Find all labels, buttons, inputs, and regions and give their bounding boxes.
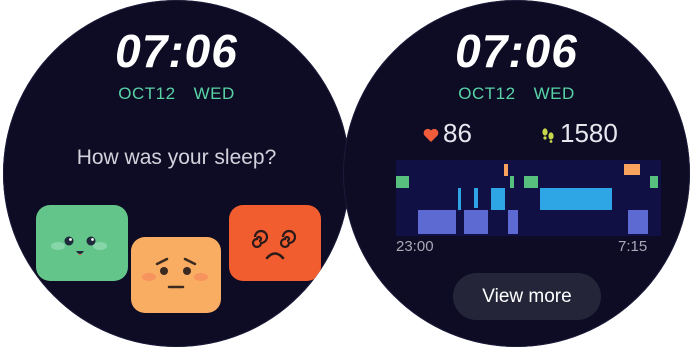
heart-rate-value: 86 xyxy=(443,118,472,148)
heart-icon xyxy=(423,128,439,142)
clock-time: 07:06 xyxy=(115,25,238,77)
mood-good-button[interactable] xyxy=(36,205,128,281)
mood-bad-button[interactable] xyxy=(229,205,321,281)
weekday-label: WED xyxy=(533,84,575,103)
stage-awake-segment xyxy=(624,164,640,175)
date-display: OCT12 WED xyxy=(343,84,690,104)
stage-light-segment xyxy=(540,188,612,210)
steps-stat: 1580 xyxy=(540,118,618,149)
mood-okay-button[interactable] xyxy=(131,237,221,313)
stage-light-segment xyxy=(474,188,478,208)
dizzy-face-icon xyxy=(251,229,297,260)
stage-rem-segment xyxy=(396,176,409,188)
watch-face-sleep-summary: 07:06 OCT12 WED 86 1580 23:00 7:15 View … xyxy=(343,0,690,347)
sleep-stages-chart xyxy=(396,160,661,236)
steps-value: 1580 xyxy=(560,118,618,148)
view-more-button[interactable]: View more xyxy=(453,273,601,320)
stage-deep-segment xyxy=(628,210,648,234)
sleep-start-time: 23:00 xyxy=(396,238,434,255)
stage-rem-segment xyxy=(650,176,658,188)
stage-rem-segment xyxy=(510,176,514,188)
sleep-end-time: 7:15 xyxy=(618,238,648,255)
stage-deep-segment xyxy=(464,210,488,234)
stage-awake-segment xyxy=(504,164,508,176)
heart-rate-stat: 86 xyxy=(423,118,472,149)
stage-light-segment xyxy=(458,188,461,210)
clock-time: 07:06 xyxy=(455,25,578,77)
date-label: OCT12 xyxy=(118,84,176,103)
happy-face-icon xyxy=(51,236,107,255)
weekday-label: WED xyxy=(193,84,235,103)
sleep-question: How was your sleep? xyxy=(76,146,277,169)
stage-deep-segment xyxy=(418,210,456,234)
stage-light-segment xyxy=(491,188,505,210)
stage-deep-segment xyxy=(508,210,518,234)
date-label: OCT12 xyxy=(458,84,516,103)
stage-rem-segment xyxy=(524,176,538,188)
footsteps-icon xyxy=(542,128,554,144)
date-display: OCT12 WED xyxy=(3,84,350,104)
worried-face-icon xyxy=(142,257,208,289)
watch-face-sleep-question: 07:06 OCT12 WED How was your sleep? xyxy=(3,0,350,347)
